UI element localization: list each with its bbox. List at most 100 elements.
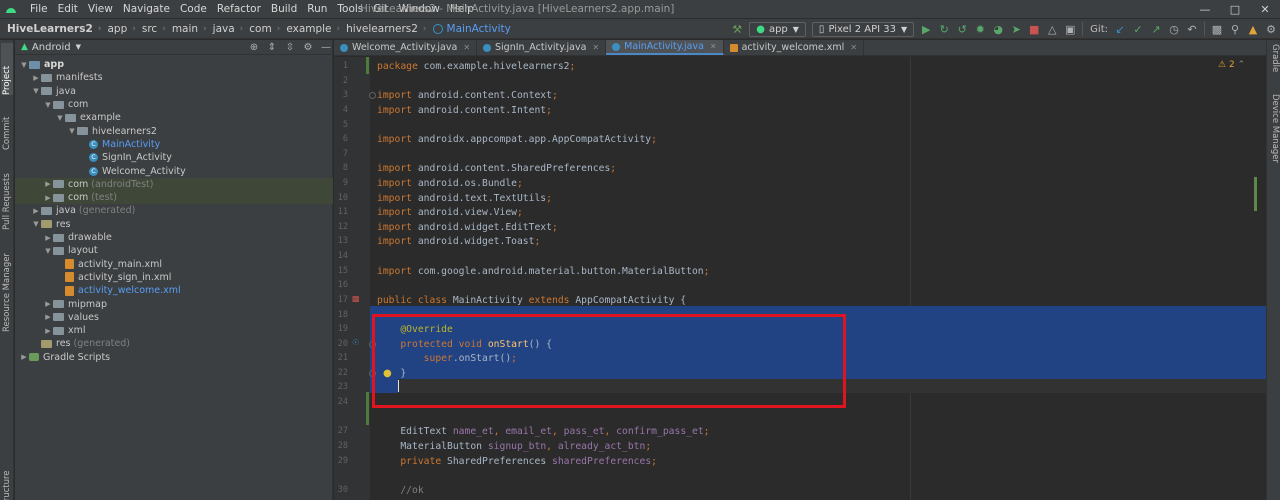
chevron-down-icon[interactable]: ▼ bbox=[67, 127, 77, 135]
close-tab-icon[interactable]: ✕ bbox=[850, 43, 857, 52]
history-icon[interactable]: ◷ bbox=[1165, 20, 1183, 38]
tree-item[interactable]: C SignIn_Activity bbox=[15, 151, 333, 164]
apply-changes-icon[interactable]: ↻ bbox=[935, 20, 953, 38]
chevron-right-icon[interactable]: ▶ bbox=[43, 234, 53, 242]
chevron-down-icon[interactable]: ▼ bbox=[31, 87, 41, 95]
tree-item[interactable]: activity_main.xml bbox=[15, 258, 333, 271]
rollback-icon[interactable]: ↶ bbox=[1183, 20, 1201, 38]
breadcrumb-item[interactable]: main › bbox=[166, 23, 207, 35]
git-push-icon[interactable]: ↗ bbox=[1147, 20, 1165, 38]
tree-item[interactable]: ▶ mipmap bbox=[15, 297, 333, 310]
collapse-all-icon[interactable]: ⇳ bbox=[281, 42, 299, 53]
chevron-right-icon[interactable]: ▶ bbox=[43, 194, 53, 202]
tab-resource-manager[interactable]: Resource Manager bbox=[1, 236, 13, 332]
menu-file[interactable]: File bbox=[25, 3, 53, 15]
warnings-indicator[interactable]: ⚠ 2 ⌃ bbox=[1218, 60, 1245, 70]
apply-code-changes-icon[interactable]: ↺ bbox=[953, 20, 971, 38]
hammer-icon[interactable]: ⚒ bbox=[728, 20, 746, 38]
breadcrumb-item[interactable]: app › bbox=[101, 23, 135, 35]
attach-debugger-icon[interactable]: ➤ bbox=[1007, 20, 1025, 38]
tree-item[interactable]: ▼ res bbox=[15, 218, 333, 231]
stop-icon[interactable]: ■ bbox=[1025, 20, 1043, 38]
tree-item[interactable]: res (generated) bbox=[15, 337, 333, 350]
tree-item[interactable]: ▶ drawable bbox=[15, 231, 333, 244]
git-update-icon[interactable]: ↙ bbox=[1111, 20, 1129, 38]
tree-item[interactable]: ▼ hivelearners2 bbox=[15, 125, 333, 138]
tree-item[interactable]: ▶ com (test) bbox=[15, 191, 333, 205]
run-config-select[interactable]: ● app ▼ bbox=[749, 21, 806, 37]
sync-gradle-icon[interactable]: △ bbox=[1043, 20, 1061, 38]
menu-refactor[interactable]: Refactor bbox=[212, 3, 266, 15]
tab-gradle[interactable]: Gradle bbox=[1268, 44, 1280, 88]
updates-icon[interactable]: ▲ bbox=[1244, 20, 1262, 38]
editor-tab[interactable]: activity_welcome.xml ✕ bbox=[724, 40, 865, 55]
chevron-down-icon[interactable]: ▼ bbox=[43, 247, 53, 255]
breadcrumb-item[interactable]: hivelearners2 › bbox=[340, 23, 426, 35]
tab-device-manager[interactable]: Device Manager bbox=[1268, 94, 1280, 204]
tree-item[interactable]: ▶ com (androidTest) bbox=[15, 177, 333, 191]
chevron-right-icon[interactable]: ▶ bbox=[43, 300, 53, 308]
gear-icon[interactable]: ⚙ bbox=[1262, 20, 1280, 38]
profile-icon[interactable]: ◕ bbox=[989, 20, 1007, 38]
breadcrumb-item[interactable]: src › bbox=[136, 23, 166, 35]
tree-item[interactable]: ▶ values bbox=[15, 311, 333, 324]
menu-code[interactable]: Code bbox=[175, 3, 212, 15]
breadcrumb-item[interactable]: HiveLearners2 › bbox=[0, 23, 101, 35]
tree-item[interactable]: ▼ java bbox=[15, 85, 333, 98]
tree-item[interactable]: ▶ xml bbox=[15, 324, 333, 337]
chevron-down-icon[interactable]: ▼ bbox=[55, 114, 65, 122]
tree-item[interactable]: C Welcome_Activity bbox=[15, 164, 333, 177]
menu-run[interactable]: Run bbox=[302, 3, 332, 15]
tree-item[interactable]: activity_welcome.xml bbox=[15, 284, 333, 297]
tree-item[interactable]: activity_sign_in.xml bbox=[15, 271, 333, 284]
close-tab-icon[interactable]: ✕ bbox=[463, 43, 470, 52]
gear-icon[interactable]: ⚙ bbox=[299, 42, 317, 53]
search-icon[interactable]: ⚲ bbox=[1226, 20, 1244, 38]
tab-commit[interactable]: Commit bbox=[1, 100, 13, 150]
chevron-right-icon[interactable]: ▶ bbox=[43, 180, 53, 188]
chevron-right-icon[interactable]: ▶ bbox=[31, 207, 41, 215]
chevron-right-icon[interactable]: ▶ bbox=[19, 353, 29, 361]
menu-view[interactable]: View bbox=[83, 3, 118, 15]
debug-icon[interactable]: ✹ bbox=[971, 20, 989, 38]
locate-icon[interactable]: ⊕ bbox=[245, 42, 263, 53]
close-tab-icon[interactable]: ✕ bbox=[592, 43, 599, 52]
tree-item[interactable]: ▼ layout bbox=[15, 244, 333, 257]
chevron-right-icon[interactable]: ▶ bbox=[43, 313, 53, 321]
override-method-icon[interactable]: ☉ bbox=[352, 338, 359, 347]
tree-item[interactable]: ▶ java (generated) bbox=[15, 204, 333, 217]
editor-tab[interactable]: MainActivity.java ✕ bbox=[606, 40, 724, 55]
menu-edit[interactable]: Edit bbox=[53, 3, 83, 15]
expand-all-icon[interactable]: ⇕ bbox=[263, 42, 281, 53]
hide-panel-icon[interactable]: — bbox=[317, 42, 335, 53]
chevron-right-icon[interactable]: ▶ bbox=[31, 74, 41, 82]
tab-project[interactable]: Project bbox=[1, 43, 13, 95]
tree-item[interactable]: ▶ Gradle Scripts bbox=[15, 351, 333, 364]
chevron-right-icon[interactable]: ▶ bbox=[43, 327, 53, 335]
tree-item[interactable]: C MainActivity bbox=[15, 138, 333, 151]
editor-tab[interactable]: Welcome_Activity.java ✕ bbox=[334, 40, 478, 55]
tree-item[interactable]: ▼ com bbox=[15, 98, 333, 111]
editor-tab[interactable]: SignIn_Activity.java ✕ bbox=[477, 40, 607, 55]
breadcrumb-item[interactable]: MainActivity bbox=[427, 23, 511, 35]
tree-item[interactable]: ▶ manifests bbox=[15, 71, 333, 84]
breadcrumb-item[interactable]: java › bbox=[207, 23, 244, 35]
chevron-down-icon[interactable]: ▼ bbox=[19, 61, 29, 69]
breadcrumb-item[interactable]: com › bbox=[243, 23, 280, 35]
chevron-down-icon[interactable]: ▼ bbox=[31, 220, 41, 228]
breadcrumb-item[interactable]: example › bbox=[280, 23, 340, 35]
run-class-icon[interactable]: ▩ bbox=[352, 294, 360, 303]
close-icon[interactable]: ✕ bbox=[1250, 0, 1280, 19]
device-select[interactable]: ▯ Pixel 2 API 33 ▼ bbox=[811, 21, 915, 37]
menu-build[interactable]: Build bbox=[266, 3, 302, 15]
avd-manager-icon[interactable]: ▣ bbox=[1061, 20, 1079, 38]
maximize-icon[interactable]: □ bbox=[1220, 0, 1250, 19]
chevron-down-icon[interactable]: ▼ bbox=[43, 101, 53, 109]
close-tab-icon[interactable]: ✕ bbox=[710, 42, 717, 51]
device-mirror-icon[interactable]: ▩ bbox=[1208, 20, 1226, 38]
tree-item[interactable]: ▼ app bbox=[15, 58, 333, 71]
git-commit-icon[interactable]: ✓ bbox=[1129, 20, 1147, 38]
project-view-select[interactable]: ▲ Android ▼ bbox=[21, 42, 81, 53]
fold-marker-icon[interactable] bbox=[369, 92, 376, 99]
tree-item[interactable]: ▼ example bbox=[15, 111, 333, 124]
